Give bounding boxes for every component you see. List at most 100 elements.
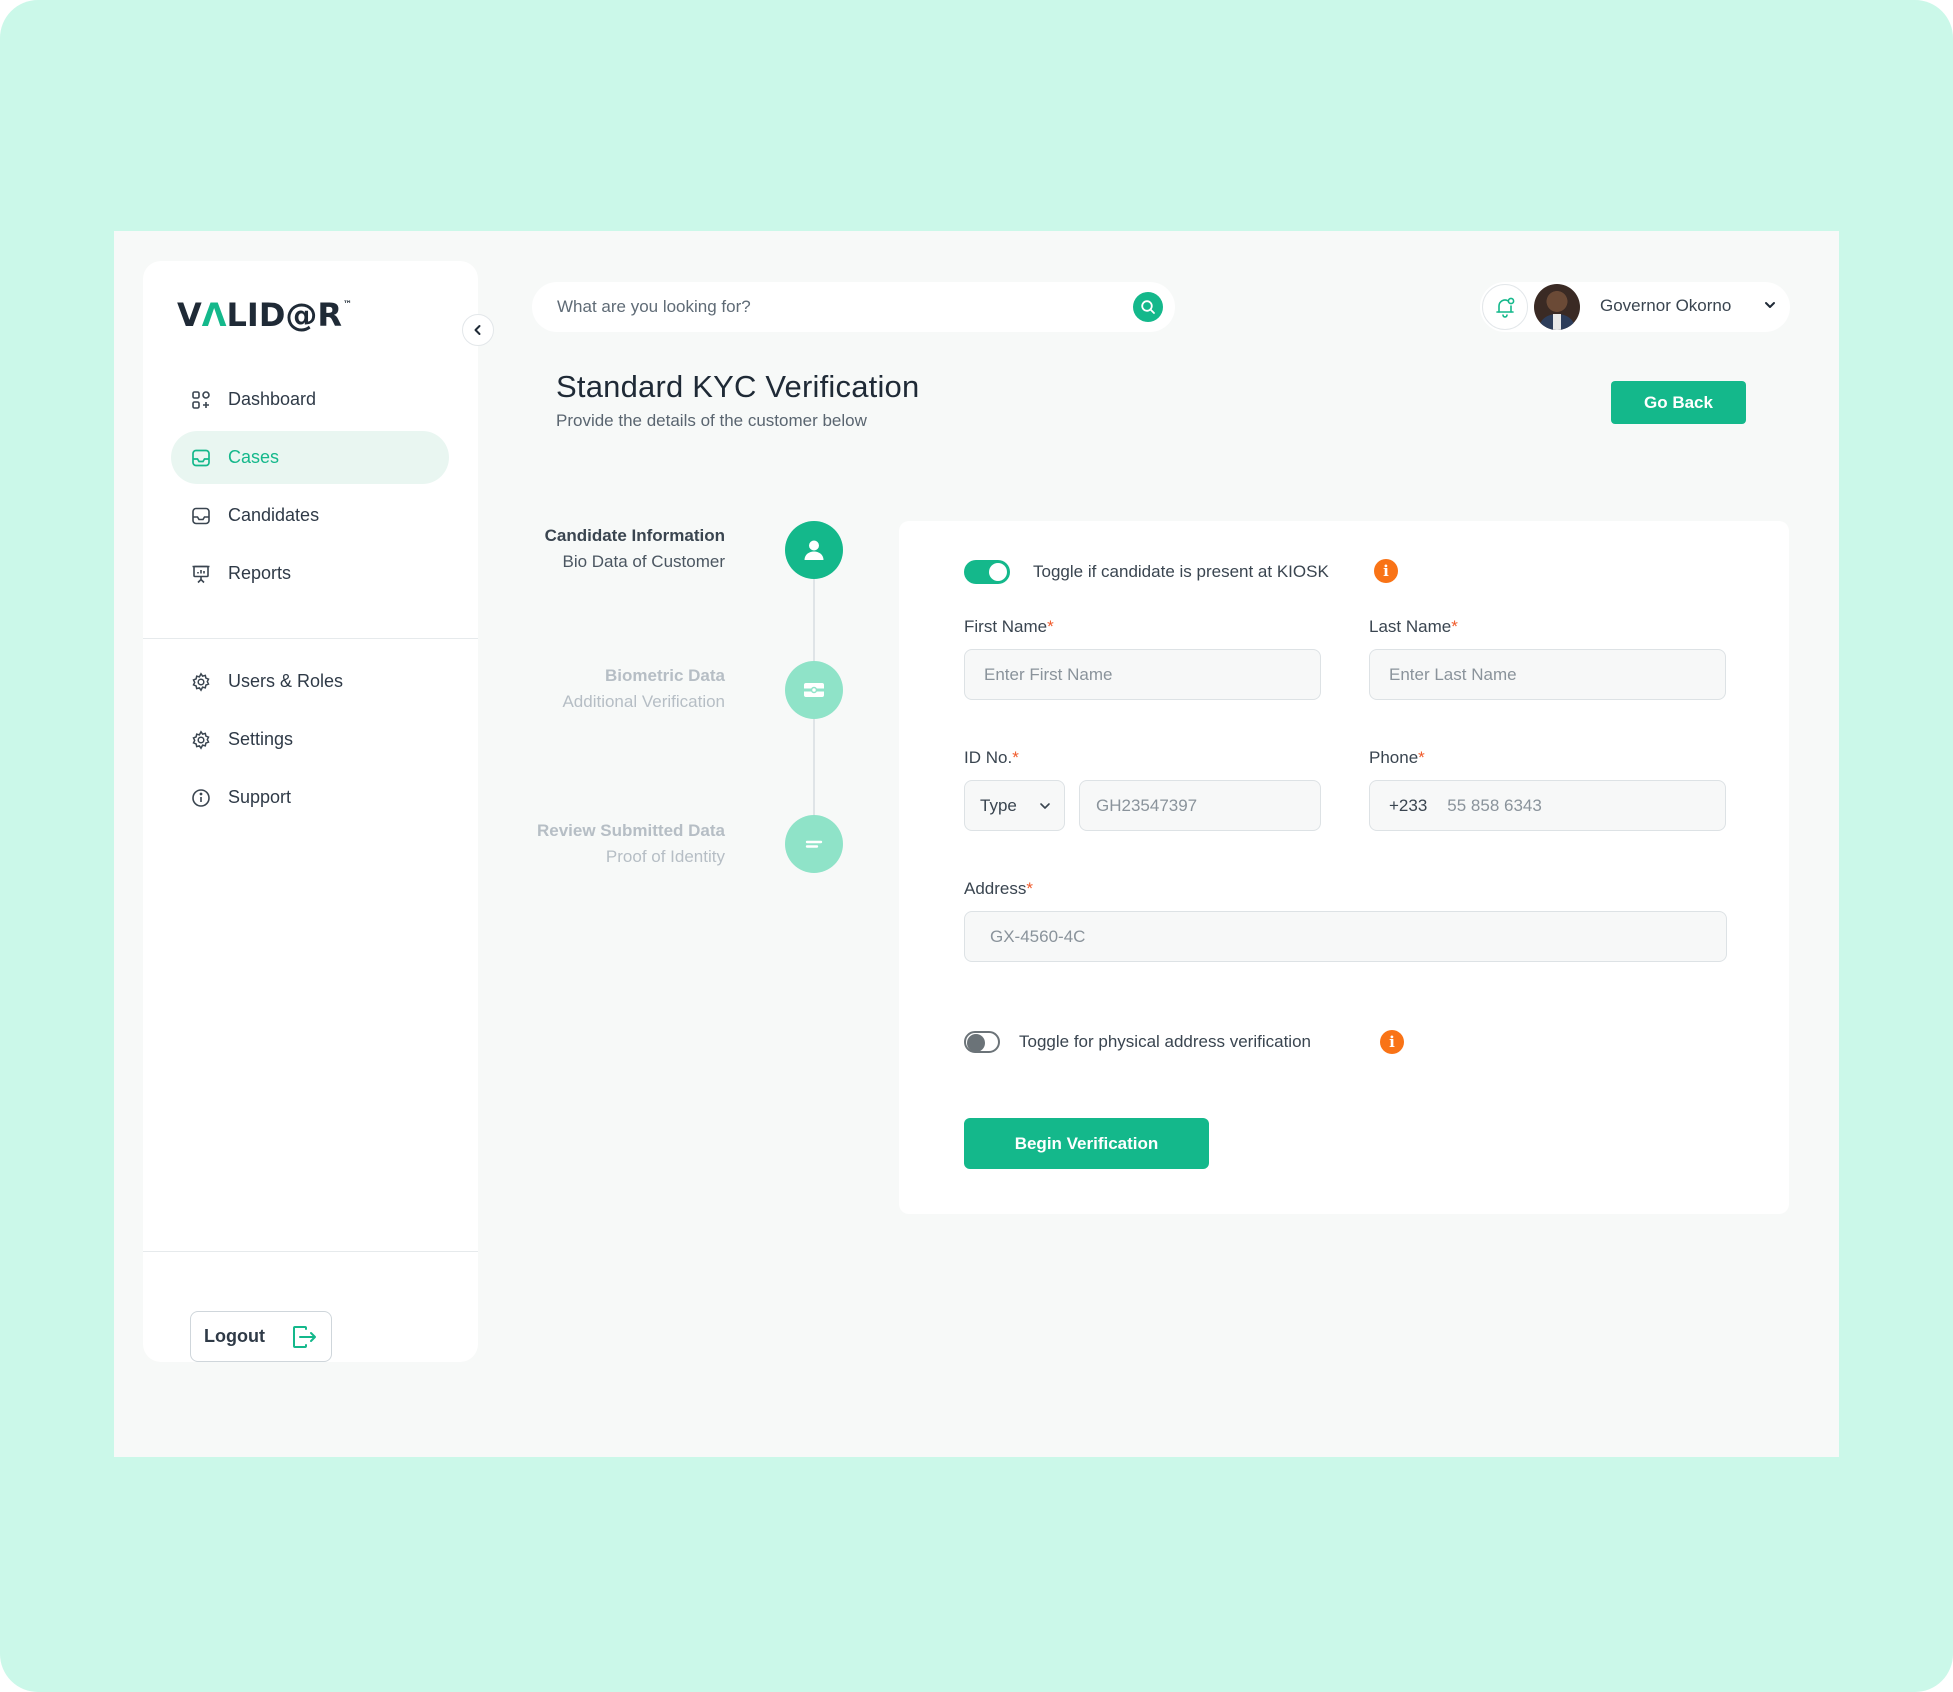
step-subtitle: Bio Data of Customer bbox=[562, 552, 725, 571]
search-placeholder: What are you looking for? bbox=[557, 297, 751, 316]
chevron-down-icon bbox=[1040, 802, 1050, 809]
chevron-down-icon[interactable] bbox=[1763, 298, 1777, 312]
phone-country-code[interactable]: +233 bbox=[1389, 796, 1427, 816]
sidebar-item-label: Candidates bbox=[228, 505, 320, 525]
step-subtitle: Additional Verification bbox=[562, 692, 725, 711]
sidebar: V Λ LID@R ™ Dashboard Cases Candidates R… bbox=[143, 261, 494, 1362]
info-icon bbox=[190, 787, 212, 809]
list-icon bbox=[805, 840, 823, 848]
phone-placeholder: 55 858 6343 bbox=[1447, 795, 1542, 815]
first-name-field[interactable]: Enter First Name bbox=[964, 649, 1321, 700]
presentation-chart-icon bbox=[190, 563, 212, 585]
user-icon bbox=[804, 540, 824, 560]
inbox-icon bbox=[190, 505, 212, 527]
kiosk-toggle[interactable] bbox=[964, 560, 1010, 584]
required-mark: * bbox=[1418, 748, 1425, 767]
app-window: V Λ LID@R ™ Dashboard Cases Candidates R… bbox=[114, 231, 1839, 1457]
sidebar-item-label: Cases bbox=[228, 447, 280, 467]
step-subtitle: Proof of Identity bbox=[605, 847, 725, 866]
first-name-label-text: First Name bbox=[964, 617, 1048, 636]
go-back-button[interactable]: Go Back bbox=[1611, 381, 1746, 424]
sidebar-item-candidates[interactable]: Candidates bbox=[171, 489, 449, 542]
gear-icon bbox=[190, 671, 212, 693]
address-verification-toggle[interactable] bbox=[964, 1031, 1000, 1053]
id-number-placeholder: GH23547397 bbox=[1096, 795, 1198, 815]
sidebar-divider bbox=[143, 638, 478, 639]
last-name-label-text: Last Name bbox=[1369, 617, 1452, 636]
sidebar-item-dashboard[interactable]: Dashboard bbox=[171, 373, 449, 426]
sidebar-item-label: Support bbox=[228, 787, 292, 807]
kyc-form-card: Toggle if candidate is present at KIOSK … bbox=[899, 521, 1789, 1214]
phone-field[interactable]: +233 55 858 6343 bbox=[1369, 780, 1726, 831]
sidebar-divider-bottom bbox=[143, 1251, 478, 1252]
logo-text-accent: Λ bbox=[201, 296, 227, 334]
id-label-text: ID No. bbox=[964, 748, 1013, 767]
toggle-knob bbox=[967, 1034, 985, 1052]
page-title: Standard KYC Verification bbox=[556, 369, 920, 404]
toggle-knob bbox=[989, 563, 1007, 581]
avatar[interactable] bbox=[1534, 284, 1580, 330]
kiosk-info-icon[interactable]: i bbox=[1374, 559, 1398, 583]
address-label: Address* bbox=[964, 879, 1033, 899]
logo-text-post: LID@R bbox=[226, 296, 343, 334]
sidebar-item-label: Reports bbox=[228, 563, 292, 583]
required-mark: * bbox=[1012, 748, 1019, 767]
grid-icon bbox=[190, 389, 212, 411]
address-field[interactable]: GX-4560-4C bbox=[964, 911, 1727, 962]
avatar-shirt bbox=[1553, 314, 1561, 330]
step-circle-inactive[interactable] bbox=[785, 815, 843, 873]
last-name-label: Last Name* bbox=[1369, 617, 1458, 637]
search-input[interactable]: What are you looking for? bbox=[532, 282, 1175, 332]
gear-icon bbox=[190, 729, 212, 751]
required-mark: * bbox=[1026, 879, 1033, 898]
sidebar-item-label: Settings bbox=[228, 729, 294, 749]
last-name-field[interactable]: Enter Last Name bbox=[1369, 649, 1726, 700]
sidebar-item-label: Users & Roles bbox=[228, 671, 344, 691]
sidebar-item-support[interactable]: Support bbox=[171, 771, 449, 824]
step-circle-inactive[interactable] bbox=[785, 661, 843, 719]
sidebar-item-cases[interactable]: Cases bbox=[171, 431, 449, 484]
id-type-value: Type bbox=[980, 795, 1017, 815]
secondary-nav: Users & Roles Settings Support bbox=[171, 655, 449, 829]
page-subtitle: Provide the details of the customer belo… bbox=[556, 411, 867, 430]
step-review-submitted-data[interactable]: Review Submitted Data Proof of Identity bbox=[537, 821, 725, 867]
id-number-field[interactable]: GH23547397 bbox=[1079, 780, 1321, 831]
last-name-placeholder: Enter Last Name bbox=[1389, 664, 1517, 684]
required-mark: * bbox=[1047, 617, 1054, 636]
logout-button[interactable]: Logout bbox=[190, 1311, 332, 1362]
step-title: Biometric Data bbox=[605, 666, 725, 685]
logout-icon bbox=[293, 1325, 316, 1348]
address-info-icon[interactable]: i bbox=[1380, 1030, 1404, 1054]
logo-text-pre: V bbox=[177, 296, 202, 334]
sidebar-item-reports[interactable]: Reports bbox=[171, 547, 449, 600]
phone-label: Phone* bbox=[1369, 748, 1425, 768]
page-background: V Λ LID@R ™ Dashboard Cases Candidates R… bbox=[0, 0, 1953, 1692]
step-biometric-data[interactable]: Biometric Data Additional Verification bbox=[562, 666, 725, 712]
address-toggle-label: Toggle for physical address verification bbox=[1019, 1032, 1311, 1051]
first-name-label: First Name* bbox=[964, 617, 1054, 637]
user-menu: Governor Okorno bbox=[1480, 282, 1790, 332]
id-number-label: ID No.* bbox=[964, 748, 1019, 768]
notifications-button[interactable] bbox=[1482, 284, 1528, 330]
validar-logo: V Λ LID@R ™ bbox=[177, 295, 352, 335]
main-nav: Dashboard Cases Candidates Reports bbox=[171, 373, 449, 605]
step-circle-active[interactable] bbox=[785, 521, 843, 579]
id-card-icon bbox=[804, 683, 824, 697]
begin-verification-button[interactable]: Begin Verification bbox=[964, 1118, 1209, 1169]
user-name[interactable]: Governor Okorno bbox=[1600, 296, 1731, 316]
step-title: Review Submitted Data bbox=[537, 821, 725, 840]
inbox-icon bbox=[190, 447, 212, 469]
first-name-placeholder: Enter First Name bbox=[984, 664, 1113, 684]
logout-label: Logout bbox=[204, 1326, 265, 1346]
logo-trademark: ™ bbox=[343, 300, 353, 310]
id-type-select[interactable]: Type bbox=[964, 780, 1065, 831]
required-mark: * bbox=[1451, 617, 1458, 636]
search-icon bbox=[1141, 300, 1155, 314]
address-label-text: Address bbox=[964, 879, 1027, 898]
sidebar-item-settings[interactable]: Settings bbox=[171, 713, 449, 766]
sidebar-item-users-roles[interactable]: Users & Roles bbox=[171, 655, 449, 708]
search-button[interactable] bbox=[1133, 292, 1163, 322]
chevron-left-icon bbox=[474, 325, 481, 335]
step-candidate-information[interactable]: Candidate Information Bio Data of Custom… bbox=[545, 526, 725, 572]
collapse-sidebar-button[interactable] bbox=[462, 314, 494, 346]
